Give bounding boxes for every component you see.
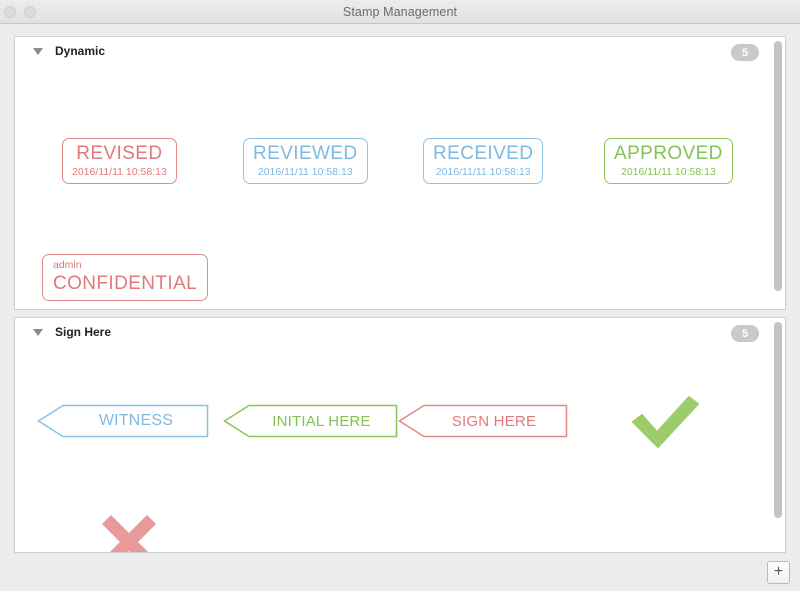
close-button[interactable] xyxy=(4,5,16,18)
sign-here-section-title: Sign Here xyxy=(55,325,112,339)
title-bar: Stamp Management xyxy=(0,0,800,24)
check-icon xyxy=(632,396,699,448)
received-stamp[interactable]: RECEIVED 2016/11/11 10:58:13 xyxy=(423,138,544,184)
arrow-left-shape xyxy=(398,404,568,438)
revised-stamp[interactable]: REVISED 2016/11/11 10:58:13 xyxy=(62,138,177,184)
stamp-management-window: Stamp Management Dynamic 5 REVISED 2016/… xyxy=(0,0,800,591)
sign-here-section-header[interactable]: Sign Here 5 xyxy=(15,318,785,346)
arrow-left-shape xyxy=(37,404,209,438)
disclosure-triangle-icon[interactable] xyxy=(33,328,43,336)
confidential-stamp-label: CONFIDENTIAL xyxy=(53,272,198,294)
sign-here-stamp[interactable]: SIGN HERE xyxy=(398,404,568,438)
dynamic-section-count-badge: 5 xyxy=(731,44,759,61)
cross-mark-stamp[interactable] xyxy=(99,512,159,552)
reviewed-stamp-label: REVIEWED xyxy=(253,143,358,164)
check-mark-stamp[interactable] xyxy=(626,394,702,450)
dynamic-stamp-area: REVISED 2016/11/11 10:58:13 REVIEWED 201… xyxy=(15,65,785,309)
cross-icon xyxy=(102,515,156,552)
initial-here-stamp[interactable]: INITIAL HERE xyxy=(223,404,398,438)
bottom-toolbar: + xyxy=(0,553,800,591)
window-title: Stamp Management xyxy=(342,4,458,19)
approved-stamp[interactable]: APPROVED 2016/11/11 10:58:13 xyxy=(604,138,733,184)
revised-stamp-label: REVISED xyxy=(76,143,163,164)
confidential-stamp[interactable]: admin CONFIDENTIAL xyxy=(42,254,209,301)
minimize-button[interactable] xyxy=(24,5,36,18)
revised-stamp-date: 2016/11/11 10:58:13 xyxy=(72,166,167,179)
received-stamp-label: RECEIVED xyxy=(433,143,534,164)
approved-stamp-date: 2016/11/11 10:58:13 xyxy=(621,166,716,179)
content-area: Dynamic 5 REVISED 2016/11/11 10:58:13 RE… xyxy=(0,24,800,553)
confidential-stamp-sublabel: admin xyxy=(53,259,82,271)
sign-here-section-panel: Sign Here 5 WITNESS INITIAL HERE SIGN HE… xyxy=(14,317,786,553)
window-controls xyxy=(4,0,36,23)
dynamic-section-panel: Dynamic 5 REVISED 2016/11/11 10:58:13 RE… xyxy=(14,36,786,310)
sign-here-stamp-area: WITNESS INITIAL HERE SIGN HERE xyxy=(15,346,785,552)
received-stamp-date: 2016/11/11 10:58:13 xyxy=(435,166,531,179)
dynamic-section-title: Dynamic xyxy=(55,44,106,58)
sign-here-section-count-badge: 5 xyxy=(731,325,759,342)
witness-stamp[interactable]: WITNESS xyxy=(37,404,209,438)
disclosure-triangle-icon[interactable] xyxy=(33,47,43,55)
reviewed-stamp[interactable]: REVIEWED 2016/11/11 10:58:13 xyxy=(243,138,368,184)
add-stamp-button[interactable]: + xyxy=(767,561,790,584)
reviewed-stamp-date: 2016/11/11 10:58:13 xyxy=(257,166,353,179)
arrow-left-shape xyxy=(223,404,398,438)
dynamic-section-header[interactable]: Dynamic 5 xyxy=(15,37,785,65)
approved-stamp-label: APPROVED xyxy=(614,143,723,164)
